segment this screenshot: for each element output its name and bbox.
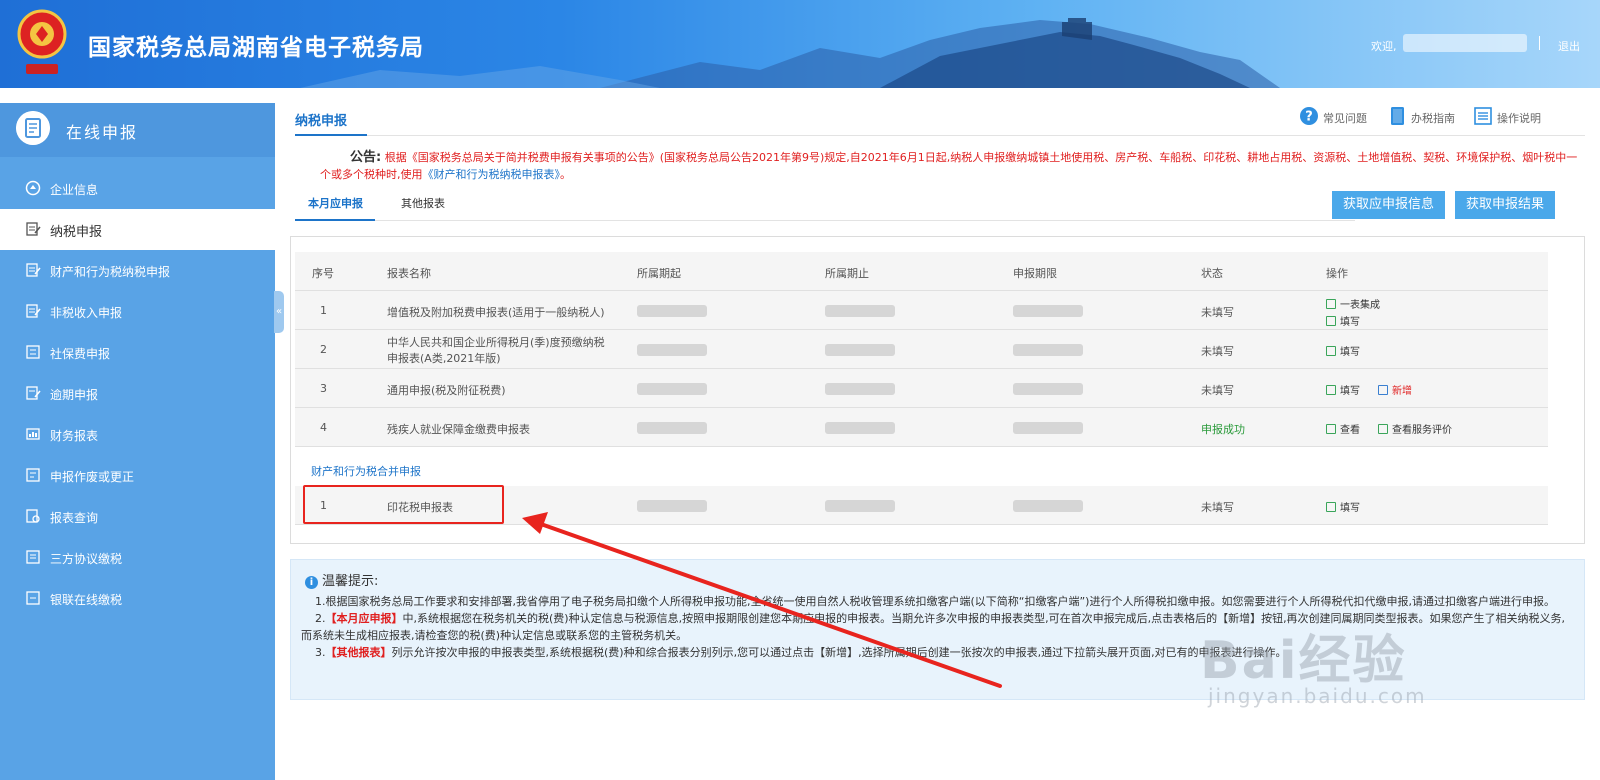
watermark-url: jingyan.baidu.com	[1208, 684, 1427, 708]
watermark-logo-text: Bai经验	[1200, 631, 1407, 691]
baidu-jingyan-watermark: Bai经验 jingyan.baidu.com	[1200, 618, 1425, 708]
